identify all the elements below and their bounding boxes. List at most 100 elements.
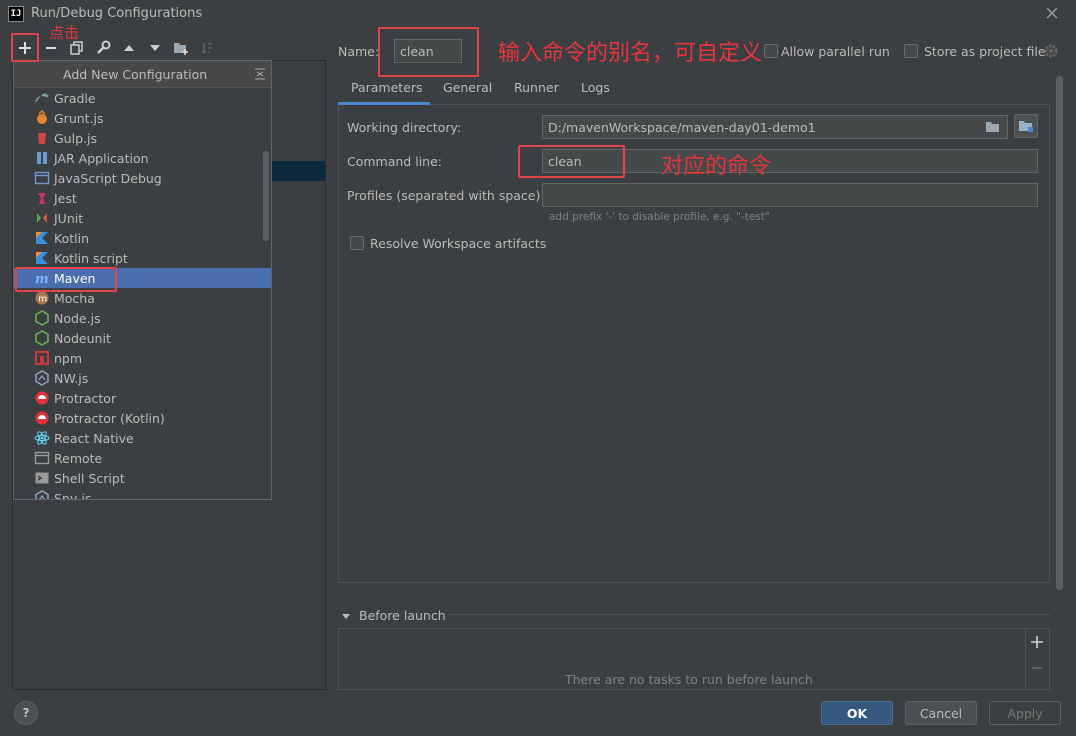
config-type-spyjs[interactable]: Spy-js xyxy=(14,488,271,500)
folder-macro-icon xyxy=(1019,121,1033,132)
annotation-click: 点击 xyxy=(49,24,80,42)
config-type-label: Spy-js xyxy=(54,490,92,500)
sort-button[interactable] xyxy=(197,38,217,58)
jar-icon xyxy=(34,150,50,166)
add-task-button[interactable] xyxy=(1030,635,1044,649)
config-type-remote[interactable]: Remote xyxy=(14,448,271,468)
profiles-label: Profiles (separated with space): xyxy=(347,188,545,203)
nodejs-icon xyxy=(34,310,50,326)
copy-icon xyxy=(70,41,83,55)
config-type-label: Gulp.js xyxy=(54,130,97,146)
new-folder-button[interactable] xyxy=(171,38,191,58)
annotation-box-command xyxy=(518,145,625,178)
before-launch-toggle[interactable] xyxy=(341,610,351,620)
help-button[interactable]: ? xyxy=(14,701,38,725)
close-window-button[interactable] xyxy=(1042,3,1062,23)
tab-logs[interactable]: Logs xyxy=(581,80,610,105)
tab-general[interactable]: General xyxy=(443,80,492,105)
folder-open-icon xyxy=(986,122,999,132)
store-project-file-checkbox[interactable] xyxy=(904,44,918,58)
gradle-icon xyxy=(34,90,50,106)
js-debug-icon xyxy=(34,170,50,186)
folder-add-icon xyxy=(174,43,188,55)
config-type-jest[interactable]: Jest xyxy=(14,188,271,208)
move-down-button[interactable] xyxy=(145,38,165,58)
no-tasks-message: There are no tasks to run before launch xyxy=(565,672,813,687)
profiles-input[interactable] xyxy=(542,183,1038,207)
popup-collapse-button[interactable] xyxy=(252,66,268,82)
config-type-kotlin[interactable]: Kotlin xyxy=(14,228,271,248)
wrench-icon xyxy=(97,40,111,54)
working-directory-input[interactable]: D:/mavenWorkspace/maven-day01-demo1 xyxy=(542,115,1008,139)
grunt-icon xyxy=(34,110,50,126)
browse-folder-button[interactable] xyxy=(984,118,1002,136)
right-scrollbar-thumb[interactable] xyxy=(1056,76,1063,590)
config-type-label: React Native xyxy=(54,430,134,446)
tab-runner[interactable]: Runner xyxy=(514,80,559,105)
config-type-kotlin-script[interactable]: Kotlin script xyxy=(14,248,271,268)
annotation-name-alias: 输入命令的别名，可自定义 xyxy=(498,41,763,66)
config-type-shell-script[interactable]: Shell Script xyxy=(14,468,271,488)
config-type-label: Gradle xyxy=(54,90,96,106)
config-type-grunt[interactable]: Grunt.js xyxy=(14,108,271,128)
minus-icon xyxy=(46,47,56,49)
config-type-label: NW.js xyxy=(54,370,89,386)
config-type-label: Mocha xyxy=(54,290,95,306)
edit-defaults-button[interactable] xyxy=(93,38,113,58)
resolve-workspace-checkbox[interactable] xyxy=(350,236,364,250)
popup-title: Add New Configuration xyxy=(63,67,208,82)
config-type-gradle[interactable]: Gradle xyxy=(14,88,271,108)
jest-icon xyxy=(34,190,50,206)
working-directory-label: Working directory: xyxy=(347,120,462,135)
plus-icon xyxy=(1031,636,1043,648)
config-type-gulp[interactable]: Gulp.js xyxy=(14,128,271,148)
annotation-box-add xyxy=(11,33,39,62)
popup-scrollbar[interactable] xyxy=(263,151,269,241)
config-type-label: Protractor xyxy=(54,390,117,406)
junit-icon xyxy=(34,210,50,226)
shell-script-icon xyxy=(34,470,50,486)
allow-parallel-checkbox[interactable] xyxy=(764,44,778,58)
remove-task-button[interactable] xyxy=(1030,661,1044,675)
macros-button[interactable] xyxy=(1014,114,1038,138)
svg-text:m: m xyxy=(38,295,47,305)
react-native-icon xyxy=(34,430,50,446)
triangle-up-icon xyxy=(124,45,134,51)
tree-selection-highlight xyxy=(270,161,325,181)
ok-button[interactable]: OK xyxy=(821,701,893,725)
sort-icon xyxy=(201,43,212,54)
cancel-button[interactable]: Cancel xyxy=(905,701,977,725)
apply-button[interactable]: Apply xyxy=(989,701,1061,725)
window-title: Run/Debug Configurations xyxy=(31,6,203,21)
annotation-box-name xyxy=(378,27,479,77)
config-type-js-debug[interactable]: JavaScript Debug xyxy=(14,168,271,188)
config-type-label: Kotlin script xyxy=(54,250,128,266)
settings-gear-button[interactable] xyxy=(1043,43,1059,59)
nwjs-icon xyxy=(34,370,50,386)
annotation-command: 对应的命令 xyxy=(661,154,772,179)
collapse-icon xyxy=(255,68,265,80)
config-type-react-native[interactable]: React Native xyxy=(14,428,271,448)
config-type-jar[interactable]: JAR Application xyxy=(14,148,271,168)
config-type-junit[interactable]: JUnit xyxy=(14,208,271,228)
before-launch-label: Before launch xyxy=(359,608,446,623)
config-type-label: JavaScript Debug xyxy=(54,170,162,186)
config-type-npm[interactable]: npm xyxy=(14,348,271,368)
config-type-nwjs[interactable]: NW.js xyxy=(14,368,271,388)
config-type-label: Nodeunit xyxy=(54,330,111,346)
remote-icon xyxy=(34,450,50,466)
config-type-label: Protractor (Kotlin) xyxy=(54,410,165,426)
nodeunit-icon xyxy=(34,330,50,346)
move-up-button[interactable] xyxy=(119,38,139,58)
config-type-label: npm xyxy=(54,350,83,366)
triangle-down-icon xyxy=(150,45,160,51)
config-type-nodejs[interactable]: Node.js xyxy=(14,308,271,328)
config-type-nodeunit[interactable]: Nodeunit xyxy=(14,328,271,348)
config-type-protractor[interactable]: Protractor xyxy=(14,388,271,408)
working-directory-value: D:/mavenWorkspace/maven-day01-demo1 xyxy=(548,119,816,135)
config-type-protractor-kotlin[interactable]: Protractor (Kotlin) xyxy=(14,408,271,428)
kotlin-icon xyxy=(34,230,50,246)
allow-parallel-label: Allow parallel run xyxy=(781,44,890,59)
config-type-label: Kotlin xyxy=(54,230,89,246)
protractor-kotlin-icon xyxy=(34,410,50,426)
